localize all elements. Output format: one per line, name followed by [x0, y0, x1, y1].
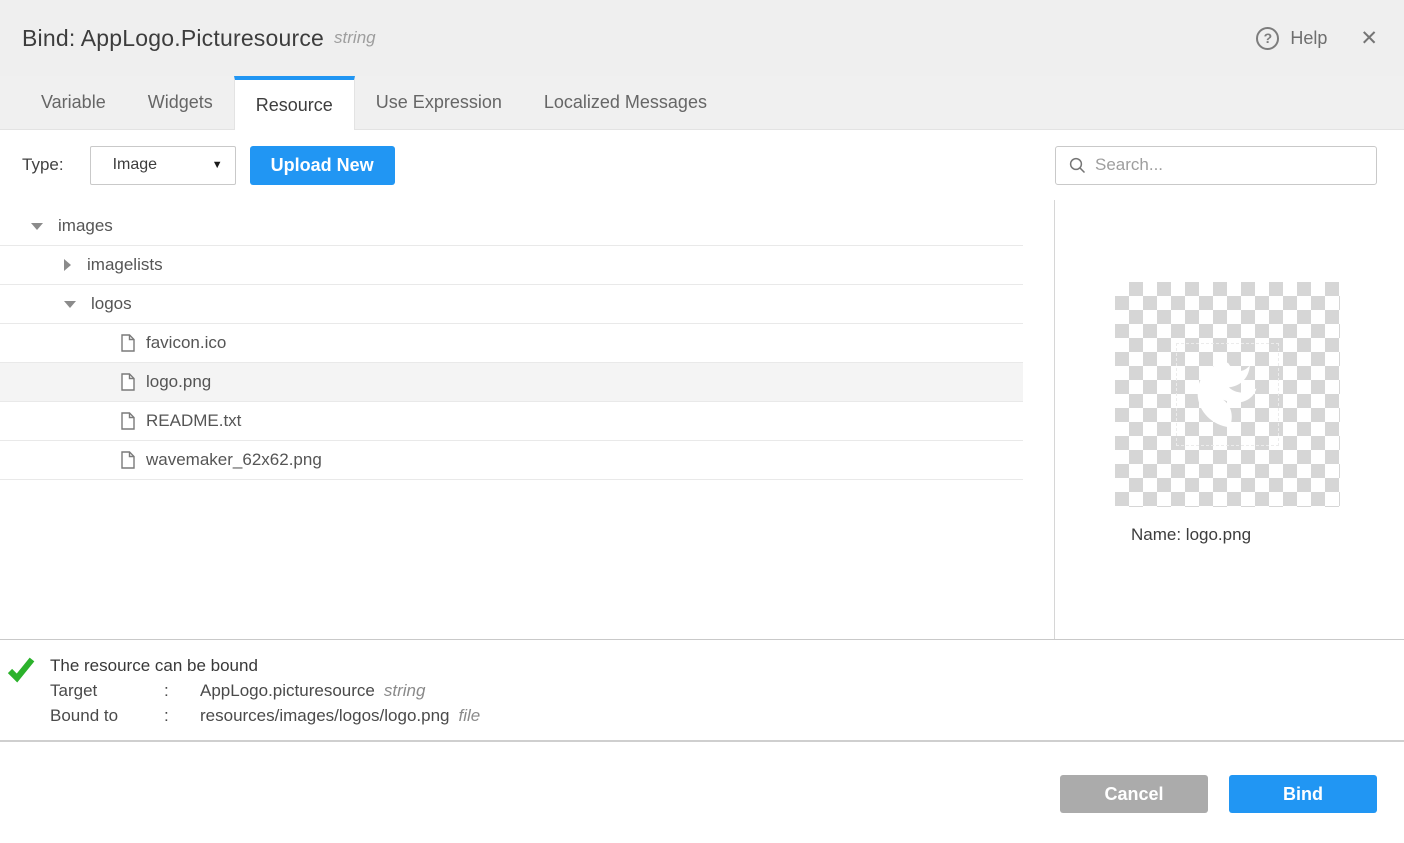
resource-content: images imagelists logos favicon.ico logo… [0, 200, 1404, 640]
tree-item-label: logo.png [146, 372, 211, 392]
tab-widgets[interactable]: Widgets [127, 76, 234, 129]
success-check-icon [7, 657, 35, 683]
help-icon[interactable]: ? [1256, 27, 1279, 50]
search-box[interactable] [1055, 146, 1377, 185]
help-label[interactable]: Help [1290, 28, 1327, 49]
status-row-colon: : [164, 678, 200, 703]
dialog-title-type: string [334, 28, 376, 48]
type-label: Type: [22, 155, 64, 175]
dialog-header: Bind: AppLogo.Picturesource string ? Hel… [0, 0, 1404, 76]
file-tree: images imagelists logos favicon.ico logo… [0, 200, 1054, 639]
tree-item-label: imagelists [87, 255, 163, 275]
chevron-collapsed-icon[interactable] [64, 259, 71, 271]
tree-item-wavemaker-png[interactable]: wavemaker_62x62.png [0, 441, 1023, 480]
dialog-footer: Cancel Bind [0, 742, 1404, 843]
chevron-expanded-icon[interactable] [31, 223, 43, 230]
tab-bar: Variable Widgets Resource Use Expression… [0, 76, 1404, 130]
tree-item-label: favicon.ico [146, 333, 226, 353]
search-icon [1069, 157, 1086, 174]
bind-status: The resource can be bound Target : AppLo… [0, 640, 1404, 742]
status-row-type: file [458, 703, 480, 728]
resource-toolbar: Type: Image ▼ Upload New [0, 130, 1404, 200]
status-row-value: resources/images/logos/logo.png [200, 703, 449, 728]
tree-item-logo-png[interactable]: logo.png [0, 363, 1023, 402]
image-bounds [1176, 343, 1279, 446]
status-row-colon: : [164, 703, 200, 728]
tab-resource[interactable]: Resource [234, 76, 355, 130]
tree-item-imagelists[interactable]: imagelists [0, 246, 1023, 285]
status-row-value: AppLogo.picturesource [200, 678, 375, 703]
tab-variable[interactable]: Variable [20, 76, 127, 129]
chevron-down-icon: ▼ [212, 159, 223, 171]
tree-item-label: images [58, 216, 113, 236]
preview-panel: Name: logo.png [1054, 200, 1404, 639]
status-target-row: Target : AppLogo.picturesource string [50, 678, 1404, 703]
file-icon [121, 412, 135, 430]
type-select[interactable]: Image ▼ [90, 146, 236, 185]
tab-localized-messages[interactable]: Localized Messages [523, 76, 728, 129]
tree-item-readme[interactable]: README.txt [0, 402, 1023, 441]
tree-item-logos[interactable]: logos [0, 285, 1023, 324]
tree-item-label: README.txt [146, 411, 241, 431]
file-icon [121, 451, 135, 469]
help-button[interactable]: ? Help [1256, 27, 1327, 50]
chevron-expanded-icon[interactable] [64, 301, 76, 308]
bind-button[interactable]: Bind [1229, 775, 1377, 813]
search-input[interactable] [1095, 155, 1366, 175]
dialog-title: Bind: AppLogo.Picturesource [22, 25, 324, 52]
tree-item-label: logos [91, 294, 132, 314]
tree-item-favicon[interactable]: favicon.ico [0, 324, 1023, 363]
file-icon [121, 334, 135, 352]
type-select-value: Image [113, 156, 157, 174]
status-boundto-row: Bound to : resources/images/logos/logo.p… [50, 703, 1404, 728]
upload-new-button[interactable]: Upload New [250, 146, 395, 185]
status-row-label: Target [50, 678, 164, 703]
wavemaker-logo-image [1190, 357, 1266, 433]
status-row-type: string [384, 678, 426, 703]
tab-use-expression[interactable]: Use Expression [355, 76, 523, 129]
header-actions: ? Help ✕ [1256, 27, 1378, 50]
image-preview [1115, 282, 1340, 507]
cancel-button[interactable]: Cancel [1060, 775, 1208, 813]
tree-item-images[interactable]: images [0, 207, 1023, 246]
status-message: The resource can be bound [50, 653, 1404, 678]
status-row-label: Bound to [50, 703, 164, 728]
close-icon[interactable]: ✕ [1360, 28, 1378, 49]
file-icon [121, 373, 135, 391]
preview-file-name: Name: logo.png [1131, 525, 1404, 545]
tree-item-label: wavemaker_62x62.png [146, 450, 322, 470]
